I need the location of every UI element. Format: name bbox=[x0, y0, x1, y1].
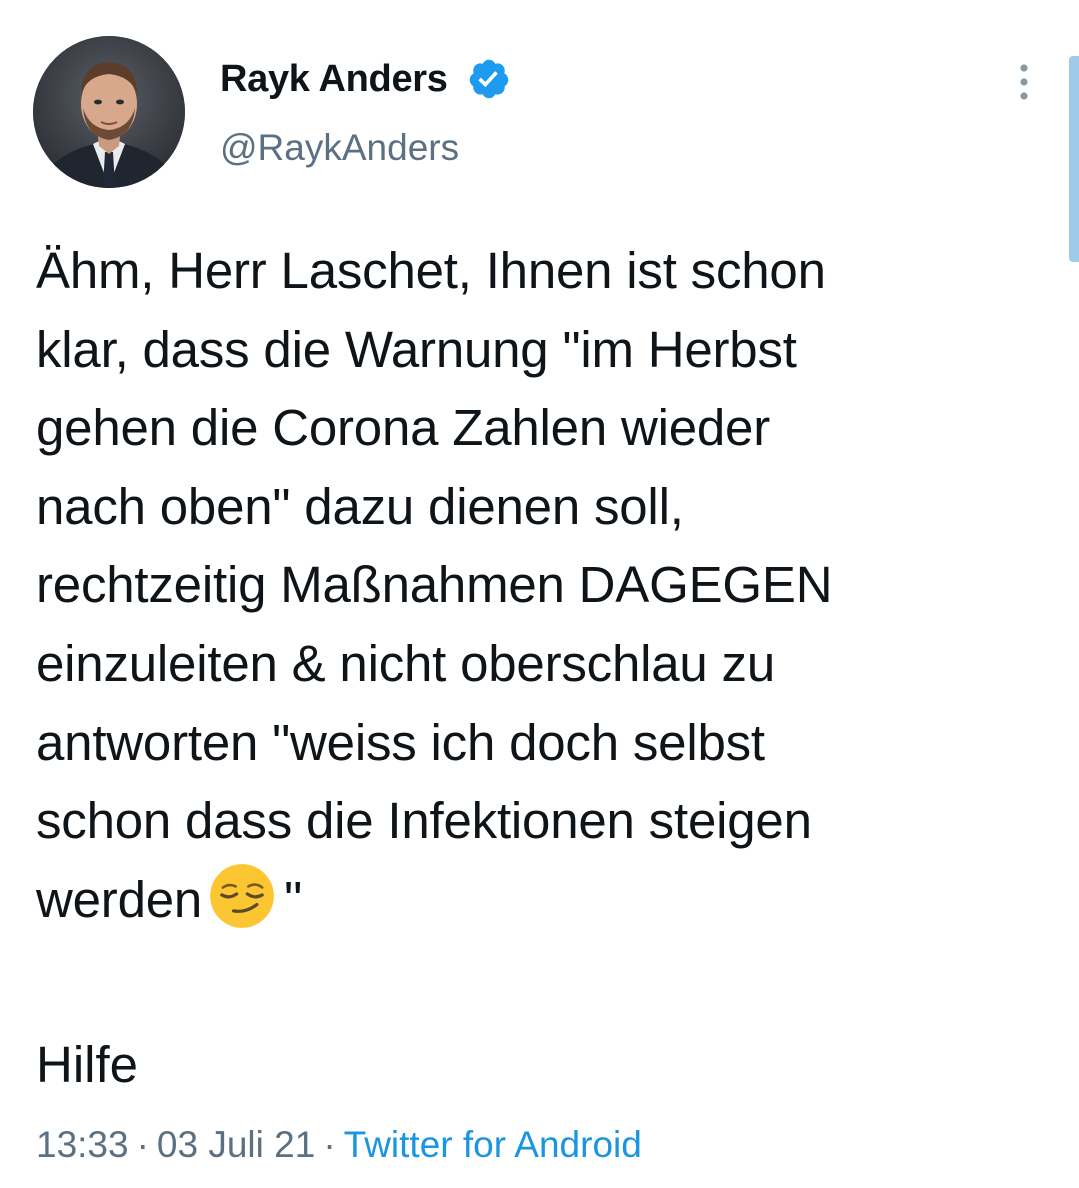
tweet-text-main: Ähm, Herr Laschet, Ihnen ist schon klar,… bbox=[36, 242, 833, 928]
tweet-meta: 13:33 · 03 Juli 21 · Twitter for Android bbox=[36, 1120, 642, 1170]
meta-separator: · bbox=[323, 1124, 336, 1165]
smirking-face-icon bbox=[210, 863, 274, 928]
more-vertical-icon[interactable] bbox=[1010, 62, 1038, 102]
avatar[interactable] bbox=[33, 36, 185, 188]
author-name[interactable]: Rayk Anders bbox=[220, 56, 448, 102]
verified-badge-icon bbox=[469, 59, 509, 99]
tweet-text-closing-quote: " bbox=[284, 870, 302, 928]
meta-separator: · bbox=[136, 1124, 149, 1165]
tweet-text-second-paragraph: Hilfe bbox=[36, 1036, 139, 1093]
tweet-source-link[interactable]: Twitter for Android bbox=[344, 1124, 642, 1165]
author-handle[interactable]: @RaykAnders bbox=[220, 126, 459, 170]
tweet-time[interactable]: 13:33 bbox=[36, 1124, 129, 1165]
tweet-text: Ähm, Herr Laschet, Ihnen ist schon klar,… bbox=[36, 232, 1046, 939]
tweet-date[interactable]: 03 Juli 21 bbox=[157, 1124, 315, 1165]
scroll-indicator[interactable] bbox=[1069, 56, 1079, 262]
